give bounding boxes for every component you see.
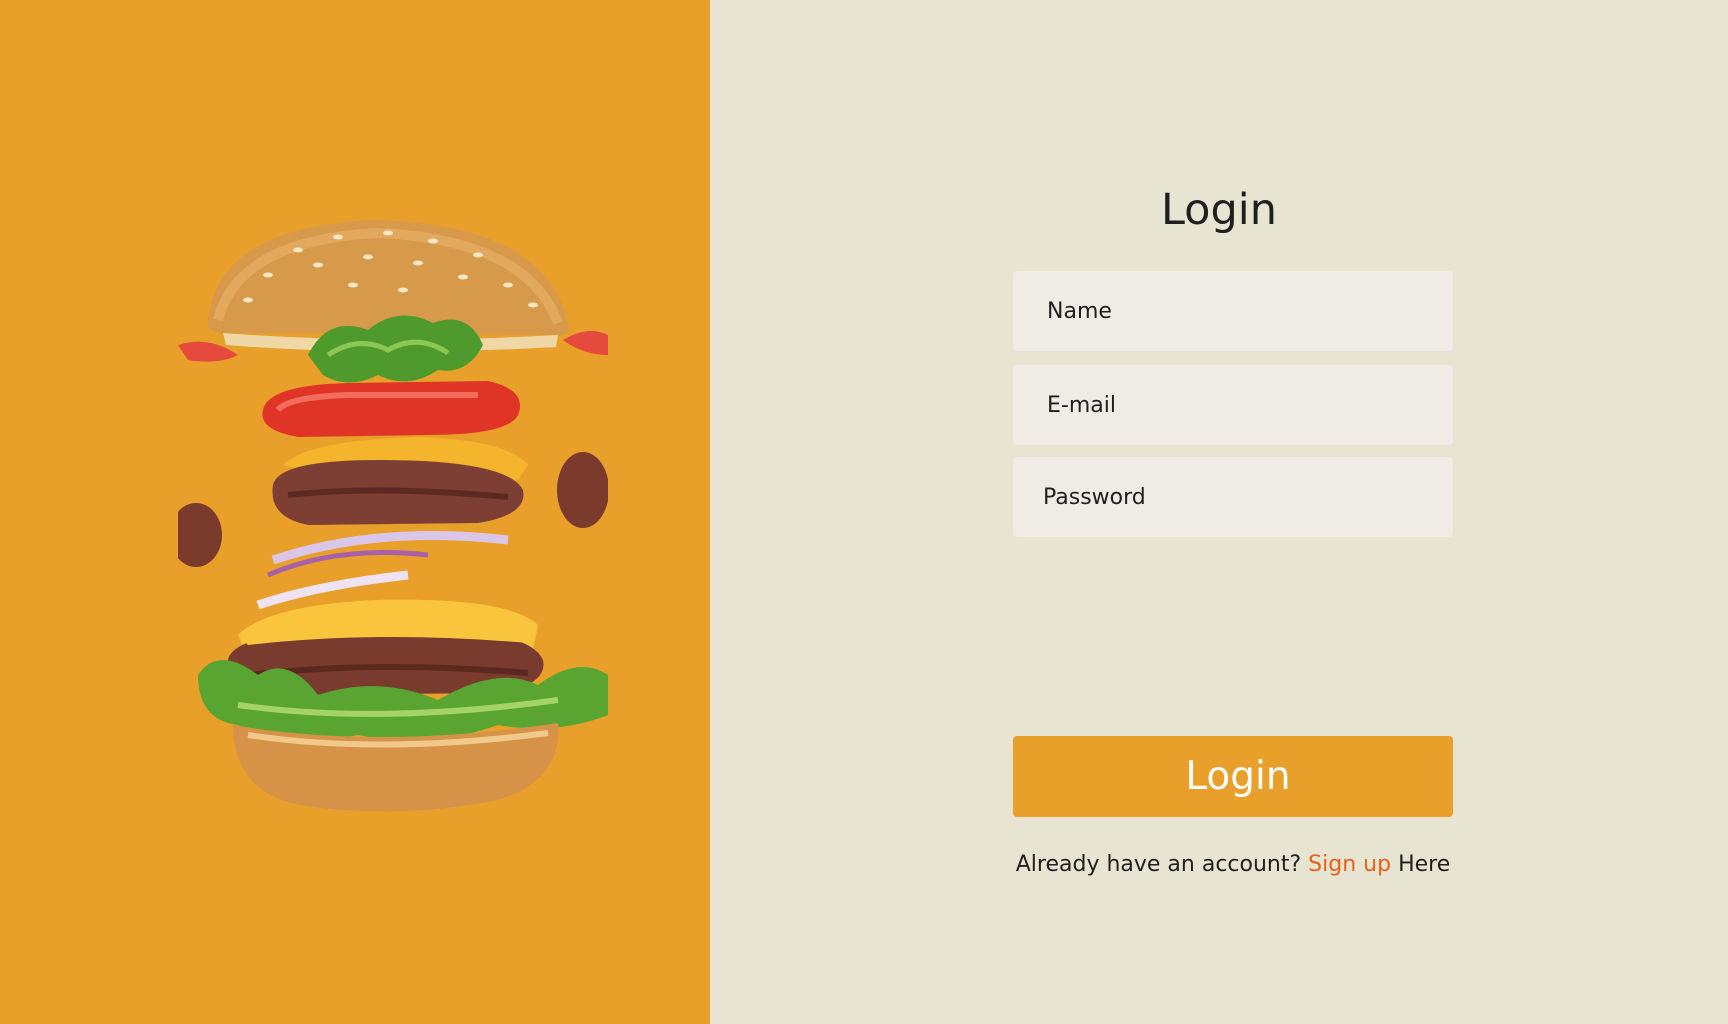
- password-input[interactable]: [1013, 457, 1453, 537]
- name-input[interactable]: [1013, 271, 1453, 351]
- burger-image: [178, 220, 608, 812]
- hero-panel: [0, 0, 710, 1024]
- login-button[interactable]: Login: [1013, 736, 1453, 817]
- login-page: Login Login Already have an account? Sig…: [0, 0, 1728, 1024]
- email-input[interactable]: [1013, 365, 1453, 445]
- signup-suffix-text: Here: [1398, 852, 1451, 877]
- page-title: Login: [1160, 185, 1277, 235]
- login-panel: Login Login Already have an account? Sig…: [710, 0, 1728, 1024]
- signup-prompt-text: Already have an account?: [1015, 852, 1302, 877]
- signup-prompt: Already have an account? Sign up Here: [710, 852, 1728, 877]
- signup-link[interactable]: Sign up: [1308, 852, 1391, 877]
